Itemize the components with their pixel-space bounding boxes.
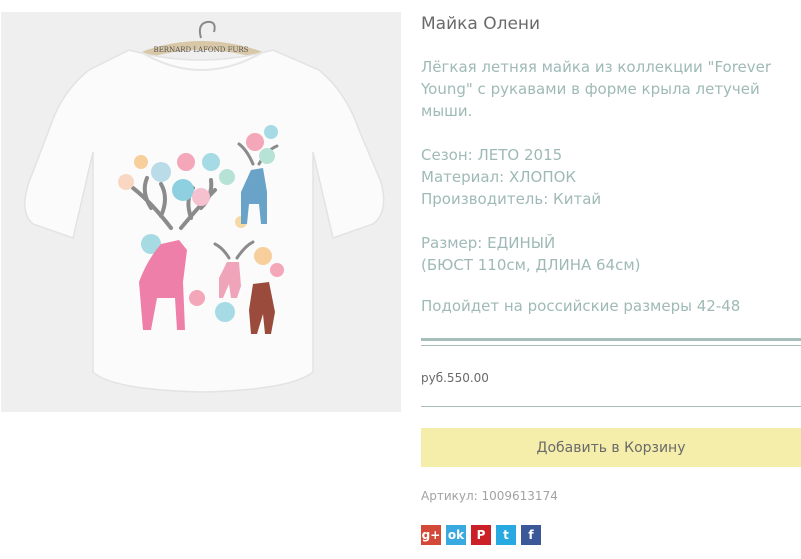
size-measurements: (БЮСТ 110см, ДЛИНА 64см) — [421, 256, 641, 274]
product-price: руб.550.00 — [421, 371, 489, 385]
product-specs: Сезон: ЛЕТО 2015 Материал: ХЛОПОК Произв… — [421, 144, 601, 210]
odnoklassniki-icon[interactable]: ok — [446, 525, 466, 545]
add-to-cart-button[interactable]: Добавить в Корзину — [421, 428, 801, 467]
product-sku: Артикул: 1009613174 — [421, 489, 558, 503]
google-plus-icon[interactable]: g+ — [421, 525, 441, 545]
divider — [421, 406, 801, 407]
product-title: Майка Олени — [421, 14, 541, 34]
spec-manufacturer: Производитель: Китай — [421, 190, 602, 208]
hanger-label: BERNARD LAFOND FURS — [154, 46, 249, 54]
product-image[interactable]: BERNARD LAFOND FURS — [1, 12, 401, 412]
product-size: Размер: ЕДИНЫЙ (БЮСТ 110см, ДЛИНА 64см) — [421, 232, 641, 276]
tshirt-illustration: BERNARD LAFOND FURS — [1, 12, 401, 412]
divider — [421, 345, 801, 346]
pinterest-icon[interactable]: P — [471, 525, 491, 545]
divider — [421, 338, 801, 341]
spec-material: Материал: ХЛОПОК — [421, 168, 577, 186]
social-share-bar: g+ ok P t f — [421, 525, 541, 545]
twitter-icon[interactable]: t — [496, 525, 516, 545]
fit-note: Подойдет на российские размеры 42-48 — [421, 297, 741, 315]
product-description: Лёгкая летняя майка из коллекции "Foreve… — [421, 58, 772, 120]
spec-season: Сезон: ЛЕТО 2015 — [421, 146, 563, 164]
size-line: Размер: ЕДИНЫЙ — [421, 234, 556, 252]
facebook-icon[interactable]: f — [521, 525, 541, 545]
